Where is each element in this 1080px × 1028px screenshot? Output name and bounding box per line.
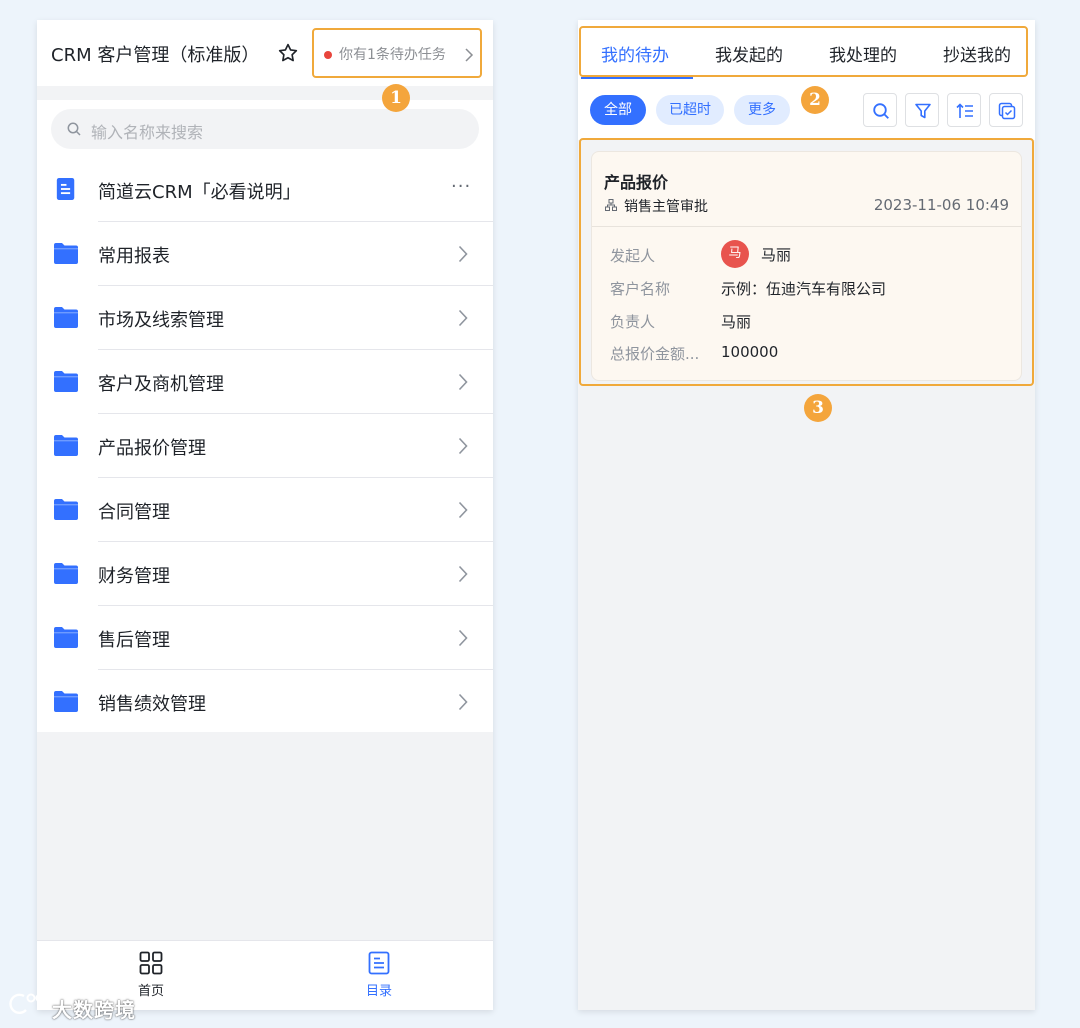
chevron-right-icon bbox=[458, 245, 468, 263]
chevron-right-icon bbox=[458, 693, 468, 711]
search-placeholder: 输入名称来搜索 bbox=[91, 123, 204, 142]
tab-catalog[interactable]: 目录 bbox=[349, 951, 409, 1007]
list-item-label: 合同管理 bbox=[98, 502, 170, 523]
grid-icon bbox=[139, 951, 163, 975]
search-icon bbox=[67, 122, 81, 136]
list-item-label: 客户及商机管理 bbox=[98, 374, 224, 395]
more-icon[interactable]: ··· bbox=[451, 176, 471, 197]
tab-initiated[interactable]: 我发起的 bbox=[715, 41, 783, 66]
search-input[interactable]: 输入名称来搜索 bbox=[51, 109, 479, 149]
search-icon bbox=[873, 103, 889, 119]
folder-icon bbox=[54, 563, 78, 584]
avatar: 马 bbox=[721, 240, 749, 268]
watermark-text: 大数跨境 bbox=[52, 998, 136, 1022]
app-header: CRM 客户管理（标准版） 你有1条待办任务 bbox=[37, 20, 493, 86]
chevron-right-icon bbox=[458, 309, 468, 327]
app-title: CRM 客户管理（标准版） bbox=[51, 45, 260, 66]
catalog-list: 输入名称来搜索 简道云CRM「必看说明」 ··· 常用报表 市场及线索管理 客户… bbox=[37, 100, 493, 732]
list-item-finance[interactable]: 财务管理 bbox=[37, 542, 493, 606]
tab-processed[interactable]: 我处理的 bbox=[829, 41, 897, 66]
list-item-marketing[interactable]: 市场及线索管理 bbox=[37, 286, 493, 350]
list-item-label: 产品报价管理 bbox=[98, 438, 206, 459]
chevron-right-icon bbox=[458, 629, 468, 647]
document-icon bbox=[56, 178, 75, 200]
card-node: 销售主管审批 bbox=[624, 199, 708, 215]
chip-more[interactable]: 更多 bbox=[734, 95, 790, 125]
list-item-label: 简道云CRM「必看说明」 bbox=[98, 182, 301, 203]
card-title: 产品报价 bbox=[604, 173, 669, 192]
field-label: 负责人 bbox=[610, 313, 656, 331]
folder-icon bbox=[54, 371, 78, 392]
field-value: 示例：伍迪汽车有限公司 bbox=[721, 280, 887, 298]
batch-select-button[interactable] bbox=[989, 93, 1023, 127]
todo-card[interactable]: 产品报价 销售主管审批 2023-11-06 10:49 发起人 马 马丽 客户… bbox=[591, 151, 1022, 381]
folder-icon bbox=[54, 691, 78, 712]
left-phone-screen: CRM 客户管理（标准版） 你有1条待办任务 输入名称来搜索 简道云CRM「必看… bbox=[37, 20, 493, 1010]
card-date: 2023-11-06 10:49 bbox=[873, 196, 1009, 214]
todo-banner-text: 你有1条待办任务 bbox=[339, 47, 446, 63]
divider bbox=[592, 226, 1021, 227]
folder-icon bbox=[54, 435, 78, 456]
catalog-icon bbox=[368, 951, 390, 975]
todo-banner[interactable]: 你有1条待办任务 bbox=[312, 28, 482, 78]
chevron-right-icon bbox=[458, 501, 468, 519]
tab-catalog-label: 目录 bbox=[365, 984, 392, 999]
folder-icon bbox=[54, 243, 78, 264]
list-item-reports[interactable]: 常用报表 bbox=[37, 222, 493, 286]
star-icon[interactable] bbox=[277, 42, 299, 64]
field-value: 马丽 bbox=[761, 246, 792, 264]
right-phone-screen: 我的待办 我发起的 我处理的 抄送我的 全部 已超时 更多 产品报价 销售主管审… bbox=[578, 20, 1035, 1010]
chevron-right-icon bbox=[458, 565, 468, 583]
active-tab-indicator bbox=[581, 77, 693, 79]
list-item-aftersales[interactable]: 售后管理 bbox=[37, 606, 493, 670]
list-item-readme[interactable]: 简道云CRM「必看说明」 ··· bbox=[37, 158, 493, 222]
list-item-label: 销售绩效管理 bbox=[98, 694, 206, 715]
list-item-customers[interactable]: 客户及商机管理 bbox=[37, 350, 493, 414]
field-value: 马丽 bbox=[721, 313, 752, 331]
chip-all[interactable]: 全部 bbox=[590, 95, 646, 125]
marker-1: 1 bbox=[382, 84, 410, 112]
todo-tabs: 我的待办 我发起的 我处理的 抄送我的 bbox=[578, 20, 1035, 80]
folder-icon bbox=[54, 307, 78, 328]
watermark-logo-icon bbox=[9, 993, 45, 1014]
batch-check-icon bbox=[998, 102, 1016, 120]
list-item-sales-performance[interactable]: 销售绩效管理 bbox=[37, 670, 493, 734]
tab-cc-me[interactable]: 抄送我的 bbox=[943, 41, 1011, 66]
alert-dot-icon bbox=[324, 51, 332, 59]
tab-my-todo[interactable]: 我的待办 bbox=[601, 41, 669, 66]
marker-3: 3 bbox=[804, 394, 832, 422]
list-item-label: 售后管理 bbox=[98, 630, 170, 651]
sort-icon bbox=[956, 103, 973, 118]
chevron-right-icon bbox=[458, 437, 468, 455]
field-label: 总报价金额... bbox=[610, 345, 700, 363]
chevron-right-icon bbox=[465, 48, 474, 62]
chip-overdue[interactable]: 已超时 bbox=[656, 95, 724, 125]
search-button[interactable] bbox=[863, 93, 897, 127]
list-item-label: 常用报表 bbox=[98, 246, 170, 267]
field-label: 发起人 bbox=[610, 247, 656, 265]
folder-icon bbox=[54, 499, 78, 520]
list-item-label: 财务管理 bbox=[98, 566, 170, 587]
field-value: 100000 bbox=[721, 343, 779, 361]
sort-button[interactable] bbox=[947, 93, 981, 127]
filter-button[interactable] bbox=[905, 93, 939, 127]
workflow-node-icon bbox=[605, 199, 617, 211]
chevron-right-icon bbox=[458, 373, 468, 391]
list-item-label: 市场及线索管理 bbox=[98, 310, 224, 331]
field-label: 客户名称 bbox=[610, 280, 671, 298]
list-item-contracts[interactable]: 合同管理 bbox=[37, 478, 493, 542]
marker-2: 2 bbox=[801, 86, 829, 114]
filter-icon bbox=[915, 103, 931, 119]
folder-icon bbox=[54, 627, 78, 648]
list-item-quotes[interactable]: 产品报价管理 bbox=[37, 414, 493, 478]
